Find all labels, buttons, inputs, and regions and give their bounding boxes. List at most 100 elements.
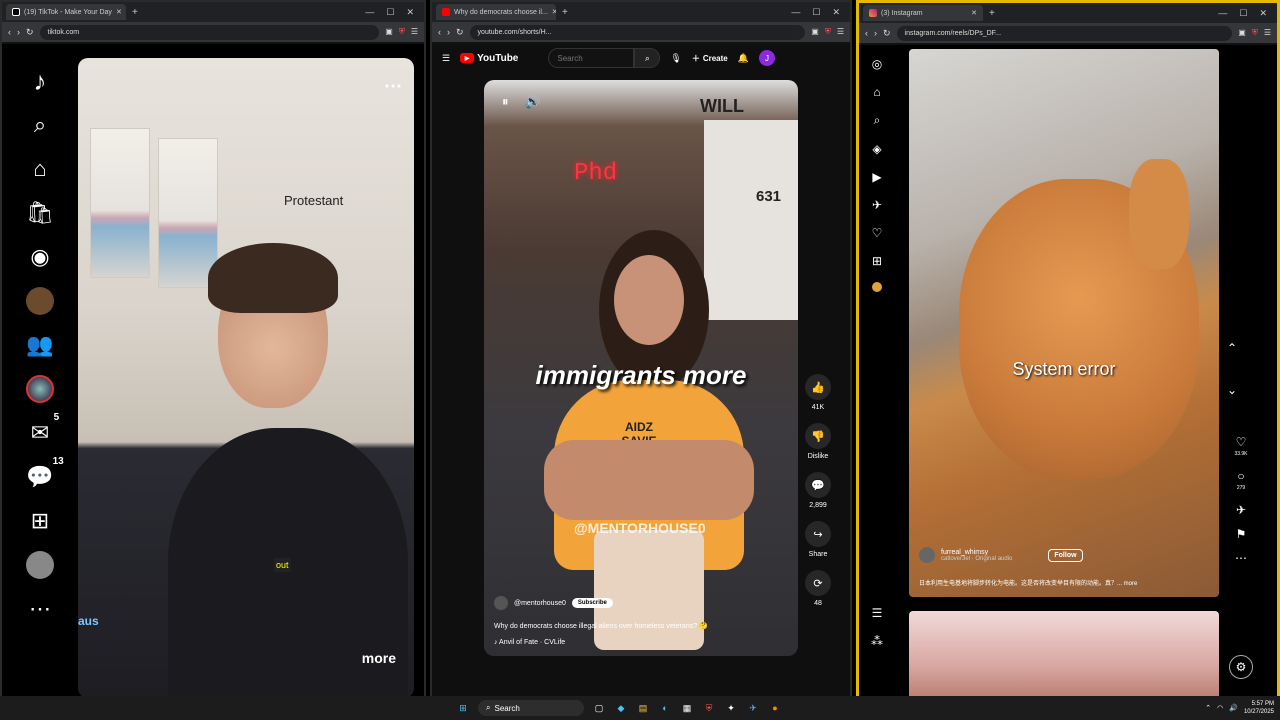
brave-icon[interactable]: ⛨ xyxy=(702,701,716,715)
pause-icon[interactable]: ⏸ xyxy=(502,94,509,110)
menu-icon[interactable]: ☰ xyxy=(837,27,844,37)
back-arrow-icon[interactable]: ‹ xyxy=(438,27,441,37)
extension-icon[interactable]: ▣ xyxy=(1238,28,1246,38)
activity-icon[interactable]: 💬 13 xyxy=(26,456,63,492)
windows-start-icon[interactable]: ⊞ xyxy=(456,701,470,715)
tab-instagram[interactable]: (3) Instagram ✕ xyxy=(863,5,983,21)
wifi-icon[interactable]: ◠ xyxy=(1217,704,1223,712)
settings-icon[interactable]: ⚙ xyxy=(1229,655,1253,679)
profile-avatar[interactable] xyxy=(26,550,54,580)
comment-icon[interactable]: ○ xyxy=(1237,469,1244,483)
search-icon[interactable]: ⌕ xyxy=(874,113,881,128)
profile-avatar[interactable] xyxy=(872,282,882,292)
reload-icon[interactable]: ↻ xyxy=(26,27,34,38)
channel-name[interactable]: @mentorhouse0 xyxy=(514,600,566,607)
close-window-button[interactable]: ✕ xyxy=(832,7,840,18)
clock[interactable]: 5:57 PM 10/27/2025 xyxy=(1244,700,1274,716)
instagram-logo-icon[interactable]: ◎ xyxy=(872,57,882,71)
youtube-logo[interactable]: ▶ YouTube xyxy=(460,53,518,64)
follow-button[interactable]: Follow xyxy=(1048,548,1083,562)
explore-icon[interactable]: ◉ xyxy=(30,242,49,272)
address-bar[interactable]: instagram.com/reels/DPs_DF... xyxy=(896,25,1233,41)
reload-icon[interactable]: ↻ xyxy=(456,27,464,38)
minimize-button[interactable]: — xyxy=(365,7,374,18)
new-tab-button[interactable]: + xyxy=(562,7,568,18)
file-explorer-icon[interactable]: ▤ xyxy=(636,701,650,715)
new-tab-button[interactable]: + xyxy=(989,8,995,19)
extension-icon[interactable]: ▣ xyxy=(811,27,819,37)
author-avatar[interactable] xyxy=(919,547,935,563)
friends-icon[interactable]: 👥 xyxy=(26,330,53,360)
more-link[interactable]: more xyxy=(362,650,396,666)
task-view-icon[interactable]: ▢ xyxy=(592,701,606,715)
author-username[interactable]: furreal_whimsy xyxy=(941,549,1012,556)
share-icon[interactable]: ✈ xyxy=(1236,503,1246,517)
new-tab-button[interactable]: + xyxy=(132,7,138,18)
notifications-heart-icon[interactable]: ♡ xyxy=(872,226,883,240)
like-button[interactable]: 👍 xyxy=(805,374,831,400)
create-button[interactable]: ＋ Create xyxy=(692,53,728,64)
account-avatar[interactable]: J xyxy=(758,50,775,66)
reel-video[interactable]: 🔇 System error furreal_whimsy catlover3e… xyxy=(909,49,1219,597)
search-icon[interactable]: ⌕ xyxy=(34,110,46,140)
brave-shield-icon[interactable]: ⛨ xyxy=(825,27,831,37)
home-icon[interactable]: ⌂ xyxy=(33,154,46,184)
minimize-button[interactable]: — xyxy=(791,7,800,18)
maximize-button[interactable]: ☐ xyxy=(386,7,394,18)
back-arrow-icon[interactable]: ‹ xyxy=(865,28,868,38)
search-input[interactable] xyxy=(548,48,635,68)
extension-icon[interactable]: ▣ xyxy=(385,27,393,37)
live-avatar[interactable] xyxy=(26,374,54,404)
explore-icon[interactable]: ◈ xyxy=(872,142,881,156)
reload-icon[interactable]: ↻ xyxy=(883,28,891,39)
messages-icon[interactable]: ✈ xyxy=(872,198,882,212)
reel-caption[interactable]: 日本利用生电基地将脚步转化为电能。这是否将改变举目有限的动能。真？... mor… xyxy=(919,578,1137,587)
minimize-button[interactable]: — xyxy=(1218,8,1227,19)
reels-icon[interactable]: ▶ xyxy=(872,170,881,184)
menu-icon[interactable]: ☰ xyxy=(1264,28,1271,38)
like-heart-icon[interactable]: ♡ xyxy=(1236,435,1247,449)
more-menu-icon[interactable]: ☰ xyxy=(872,606,883,620)
maximize-button[interactable]: ☐ xyxy=(1239,8,1247,19)
close-tab-icon[interactable]: ✕ xyxy=(552,8,556,16)
edge-icon[interactable]: ◐ xyxy=(658,701,672,715)
copilot-icon[interactable]: ◆ xyxy=(614,701,628,715)
telegram-icon[interactable]: ✈ xyxy=(746,701,760,715)
share-button[interactable]: ↪ xyxy=(805,521,831,547)
shorts-video[interactable]: WILL Phd 631 AIDZ SAVIE immigrants more … xyxy=(484,80,798,656)
address-bar[interactable]: tiktok.com xyxy=(39,24,380,40)
tiktok-video[interactable]: Protestant ⋯ out more xyxy=(78,58,414,698)
volume-icon[interactable]: 🔊 xyxy=(1229,704,1238,712)
notifications-bell-icon[interactable]: 🔔 xyxy=(738,53,749,64)
tiktok-logo-icon[interactable]: ♪ xyxy=(34,66,47,96)
also-from-meta-icon[interactable]: ⁂ xyxy=(871,634,883,648)
brave-shield-icon[interactable]: ⛨ xyxy=(399,27,405,37)
store-icon[interactable]: ▦ xyxy=(680,701,694,715)
maximize-button[interactable]: ☐ xyxy=(812,7,820,18)
volume-icon[interactable]: 🔊 xyxy=(525,94,541,110)
more-options-icon[interactable]: ⋯ xyxy=(384,76,402,97)
upload-icon[interactable]: ⊞ xyxy=(31,506,49,536)
firefox-icon[interactable]: ● xyxy=(768,701,782,715)
dislike-button[interactable]: 👎 xyxy=(805,423,831,449)
close-tab-icon[interactable]: ✕ xyxy=(971,9,977,17)
close-window-button[interactable]: ✕ xyxy=(406,7,414,18)
forward-arrow-icon[interactable]: › xyxy=(874,28,877,38)
microphone-icon[interactable]: 🎙 xyxy=(670,53,681,64)
inbox-icon[interactable]: ✉ 5 xyxy=(31,412,59,448)
back-arrow-icon[interactable]: ‹ xyxy=(8,27,11,37)
subscribe-button[interactable]: Subscribe xyxy=(571,598,613,608)
create-icon[interactable]: ⊞ xyxy=(872,254,882,268)
chevron-down-icon[interactable]: ⌄ xyxy=(1227,383,1237,397)
home-icon[interactable]: ⌂ xyxy=(873,85,880,99)
brave-shield-icon[interactable]: ⛨ xyxy=(1252,28,1258,38)
following-avatar[interactable] xyxy=(26,286,54,316)
comments-button[interactable]: 💬 xyxy=(805,472,831,498)
shop-icon[interactable]: 🛍 xyxy=(26,198,54,228)
menu-icon[interactable]: ☰ xyxy=(411,27,418,37)
chevron-up-icon[interactable]: ⌃ xyxy=(1227,341,1237,355)
address-bar[interactable]: youtube.com/shorts/H... xyxy=(469,24,806,40)
save-bookmark-icon[interactable]: ⚑ xyxy=(1236,527,1247,541)
channel-avatar[interactable] xyxy=(494,596,508,610)
tab-tiktok[interactable]: (19) TikTok - Make Your Day ✕ xyxy=(6,4,126,20)
